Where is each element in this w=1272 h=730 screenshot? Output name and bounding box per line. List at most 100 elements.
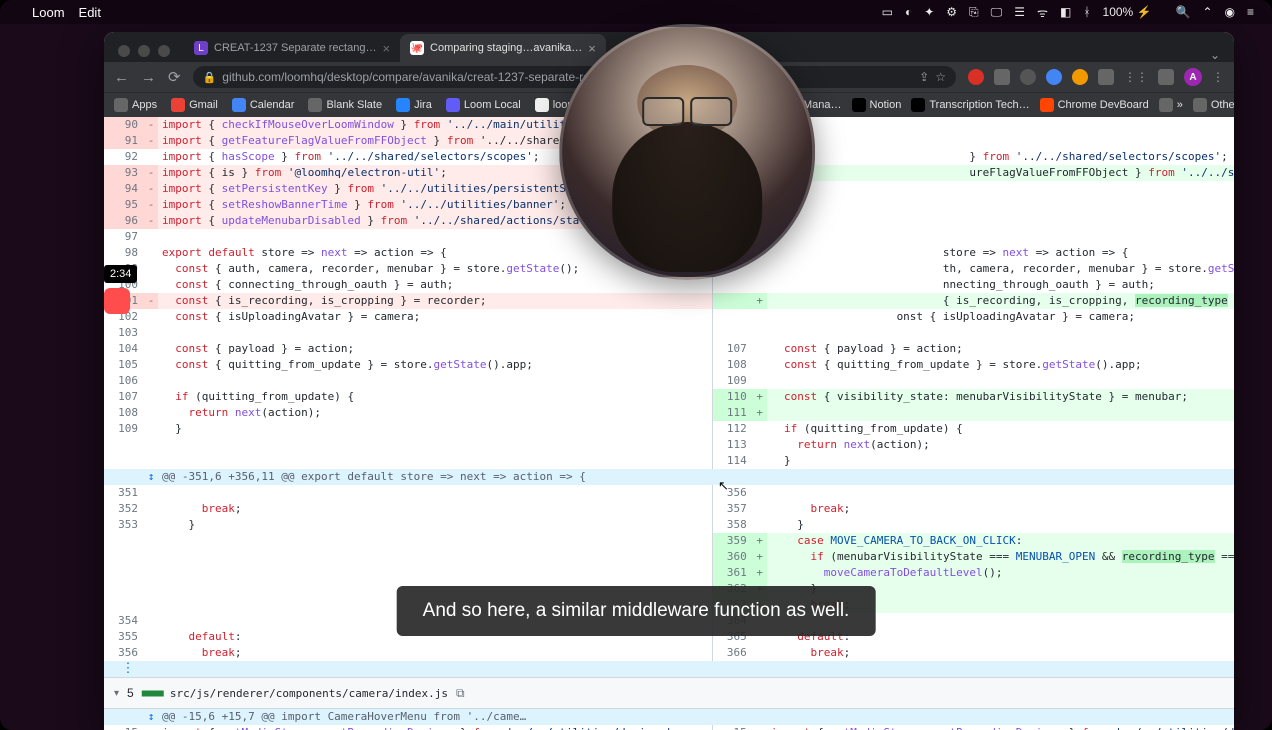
diff-line[interactable]: nnecting_through_oauth } = auth; [713, 277, 1234, 293]
extension-icon[interactable] [1098, 69, 1114, 85]
bookmark-star-icon[interactable]: ☆ [935, 70, 946, 84]
diff-line[interactable]: 351 [104, 485, 712, 501]
extension-icon[interactable] [968, 69, 984, 85]
diff-line[interactable]: 15import { getMediaStream, setRecordingD… [104, 725, 712, 730]
diff-line[interactable]: onst { isUploadingAvatar } = camera; [713, 309, 1234, 325]
diff-line[interactable]: 104 const { payload } = action; [104, 341, 712, 357]
diff-line[interactable] [713, 229, 1234, 245]
control-center-icon[interactable]: ⌃ [1202, 5, 1212, 19]
reload-button[interactable]: ⟳ [168, 68, 181, 86]
diff-line[interactable]: 103 [104, 325, 712, 341]
extension-icon[interactable] [1046, 69, 1062, 85]
bluetooth-icon[interactable]: ᚼ [1083, 5, 1090, 19]
forward-button[interactable]: → [141, 69, 156, 86]
spotlight-icon[interactable]: 🔍 [1175, 5, 1190, 19]
diff-line[interactable] [104, 549, 712, 565]
close-tab-icon[interactable]: × [382, 41, 390, 56]
diff-line[interactable] [713, 325, 1234, 341]
collapse-file-icon[interactable]: ▾ [114, 688, 119, 699]
diff-line[interactable]: 107 if (quitting_from_update) { [104, 389, 712, 405]
diff-line[interactable]: 101- const { is_recording, is_cropping }… [104, 293, 712, 309]
diff-line[interactable]: 108 const { quitting_from_update } = sto… [713, 357, 1234, 373]
diff-line[interactable]: 109 } [104, 421, 712, 437]
diff-line[interactable]: 352 break; [104, 501, 712, 517]
chrome-menu-icon[interactable]: ⋮ [1212, 70, 1224, 84]
bookmark-item[interactable]: Other Bookmarks [1193, 98, 1234, 112]
diff-line[interactable]: 112 if (quitting_from_update) { [713, 421, 1234, 437]
status-icon[interactable]: 🖵 [991, 5, 1003, 20]
file-path[interactable]: src/js/renderer/components/camera/index.… [170, 687, 448, 700]
status-icon[interactable]: ⎘ [969, 5, 979, 20]
bookmark-item[interactable]: Calendar [232, 98, 295, 112]
browser-tab[interactable]: L CREAT-1237 Separate rectang… × [184, 34, 400, 62]
loom-timer[interactable]: 2:34 [104, 265, 137, 283]
diff-line[interactable]: 357 break; [713, 501, 1234, 517]
battery-status[interactable]: 100% ⚡ [1103, 5, 1152, 19]
extensions-menu-icon[interactable]: ⋮⋮ [1124, 70, 1148, 84]
diff-line[interactable]: 359+ case MOVE_CAMERA_TO_BACK_ON_CLICK: [713, 533, 1234, 549]
diff-line[interactable]: 358 } [713, 517, 1234, 533]
status-icon[interactable]: ☰ [1014, 5, 1025, 19]
diff-line[interactable]: th, camera, recorder, menubar } = store.… [713, 261, 1234, 277]
diff-line[interactable]: 15import { getMediaStream, setRecordingD… [713, 725, 1234, 730]
diff-line[interactable]: 100 const { connecting_through_oauth } =… [104, 277, 712, 293]
diff-line[interactable]: 102 const { isUploadingAvatar } = camera… [104, 309, 712, 325]
diff-line[interactable]: + { is_recording, is_cropping, recording… [713, 293, 1234, 309]
extension-icon[interactable] [1158, 69, 1174, 85]
status-icon[interactable]: ◧ [1060, 5, 1071, 19]
bookmark-item[interactable]: Chrome DevBoard [1040, 98, 1149, 112]
minimize-window-button[interactable] [138, 45, 150, 57]
diff-line[interactable]: 356 break; [104, 645, 712, 661]
share-icon[interactable]: ⇪ [919, 70, 929, 84]
maximize-window-button[interactable] [158, 45, 170, 57]
loom-stop-button[interactable] [104, 288, 130, 314]
diff-line[interactable]: 106 [104, 373, 712, 389]
diff-line[interactable]: 99 const { auth, camera, recorder, menub… [104, 261, 712, 277]
address-bar[interactable]: 🔒 github.com/loomhq/desktop/compare/avan… [193, 66, 956, 88]
menu-icon[interactable]: ≡ [1247, 5, 1254, 19]
diff-line[interactable]: 366 break; [713, 645, 1234, 661]
expand-hunk-button[interactable]: ⋮ [104, 661, 1234, 677]
status-icon[interactable]: ⚙ [946, 5, 957, 19]
diff-line[interactable]: 114 } [713, 453, 1234, 469]
app-name[interactable]: Loom [32, 5, 65, 20]
hunk-header[interactable]: ↕ @@ -351,6 +356,11 @@ export default st… [104, 469, 1234, 485]
menu-edit[interactable]: Edit [79, 5, 101, 20]
copy-path-icon[interactable]: ⧉ [456, 686, 465, 701]
browser-tab-active[interactable]: 🐙 Comparing staging…avanika… × [400, 34, 606, 62]
back-button[interactable]: ← [114, 69, 129, 86]
extension-icon[interactable] [1072, 69, 1088, 85]
wifi-icon[interactable]: ᯤ [1037, 4, 1048, 21]
diff-line[interactable]: 361+ moveCameraToDefaultLevel(); [713, 565, 1234, 581]
bookmark-item[interactable]: Loom Local [446, 98, 521, 112]
profile-avatar[interactable]: A [1184, 68, 1202, 86]
diff-line[interactable]: 111+ [713, 405, 1234, 421]
status-icon[interactable]: ▭ [882, 5, 893, 19]
tab-dropdown-icon[interactable]: ⌄ [1196, 48, 1234, 62]
diff-line[interactable]: 108 return next(action); [104, 405, 712, 421]
diff-line[interactable]: 105 const { quitting_from_update } = sto… [104, 357, 712, 373]
status-icon[interactable]: ◐ [905, 5, 912, 19]
diff-line[interactable] [104, 565, 712, 581]
bookmark-item[interactable]: Jira [396, 98, 432, 112]
status-icon[interactable]: ✦ [924, 5, 934, 19]
file-header[interactable]: ▾ 5 ■■■■■ src/js/renderer/components/cam… [104, 677, 1234, 709]
hunk-header[interactable]: ↕ @@ -15,6 +15,7 @@ import CameraHoverMe… [104, 709, 1234, 725]
diff-line[interactable]: 113 return next(action); [713, 437, 1234, 453]
bookmark-item[interactable]: Apps [114, 98, 157, 112]
bookmark-item[interactable]: Transcription Tech… [911, 98, 1029, 112]
diff-line[interactable]: 356 [713, 485, 1234, 501]
extension-icon[interactable] [1020, 69, 1036, 85]
close-window-button[interactable] [118, 45, 130, 57]
bookmark-item[interactable]: Notion [852, 98, 902, 112]
extension-icon[interactable] [994, 69, 1010, 85]
bookmark-item[interactable]: Blank Slate [308, 98, 382, 112]
bookmark-item[interactable]: Gmail [171, 98, 218, 112]
diff-line[interactable]: store => next => action => { [713, 245, 1234, 261]
diff-line[interactable]: 109 [713, 373, 1234, 389]
loom-camera-bubble[interactable] [559, 24, 815, 280]
close-tab-icon[interactable]: × [588, 41, 596, 56]
diff-line[interactable]: 110+ const { visibility_state: menubarVi… [713, 389, 1234, 405]
diff-line[interactable] [104, 533, 712, 549]
bookmark-item[interactable]: » [1159, 98, 1183, 112]
